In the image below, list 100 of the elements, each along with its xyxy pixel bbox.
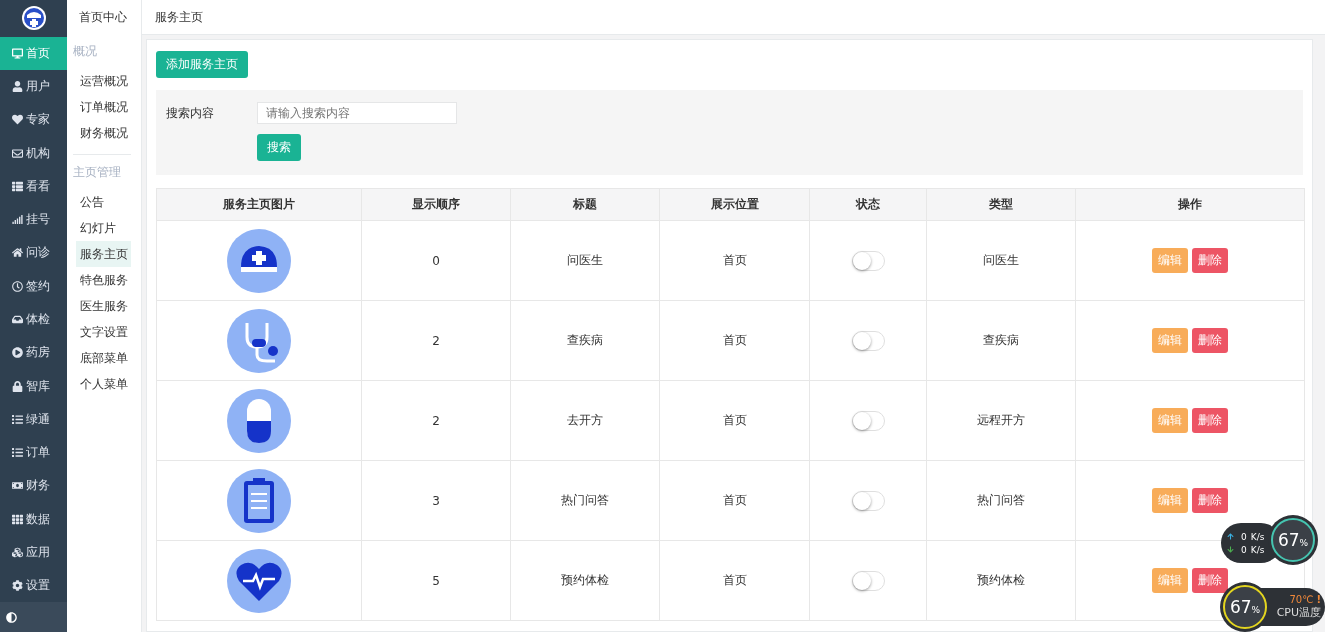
submenu-item[interactable]: 运营概况 xyxy=(67,68,131,94)
nav-item[interactable]: 挂号 xyxy=(0,203,67,237)
search-field[interactable]: 请输入搜索内容 xyxy=(257,102,457,124)
submenu-heading: 概况 xyxy=(72,43,98,60)
nav-item[interactable]: 用户 xyxy=(0,70,67,104)
column-header: 服务主页图片 xyxy=(156,188,362,221)
table-cell: 首页 xyxy=(659,460,810,541)
cpu-temperature: 70℃ xyxy=(1289,594,1314,605)
nav-item[interactable]: 机构 xyxy=(0,136,67,170)
envelope-icon xyxy=(12,147,23,159)
table-cell: 查疾病 xyxy=(510,300,660,381)
heart-icon xyxy=(12,114,23,126)
nav-item[interactable]: 问诊 xyxy=(0,236,67,270)
settings-icon xyxy=(12,580,23,592)
nav-item[interactable]: 智库 xyxy=(0,369,67,403)
list-icon xyxy=(12,180,23,192)
money-icon xyxy=(12,480,23,492)
speed-unit: K/s xyxy=(1250,544,1265,555)
table-cell: 热门问答 xyxy=(926,460,1076,541)
column-header: 显示顺序 xyxy=(361,188,511,221)
nav-item[interactable]: 设置 xyxy=(0,569,67,603)
column-header: 展示位置 xyxy=(659,188,810,221)
submenu-item[interactable]: 医生服务 xyxy=(67,293,131,319)
table-cell: 0 xyxy=(361,220,511,301)
nav-item[interactable]: 绿通 xyxy=(0,402,67,436)
usage-dial: 67% xyxy=(1271,518,1315,562)
download-icon xyxy=(1227,546,1234,553)
submenu-item[interactable]: 公告 xyxy=(67,189,107,215)
logo-icon xyxy=(20,5,47,32)
user-icon xyxy=(12,81,23,93)
submenu-item[interactable]: 文字设置 xyxy=(67,319,131,345)
table-cell: 问医生 xyxy=(510,220,660,301)
search-label: 搜索内容 xyxy=(166,104,215,122)
submenu-item[interactable]: 底部菜单 xyxy=(67,345,131,371)
list-icon xyxy=(12,413,23,425)
column-header: 状态 xyxy=(809,188,927,221)
grid-icon xyxy=(12,513,23,525)
submenu-item[interactable]: 特色服务 xyxy=(67,267,131,293)
lock-icon xyxy=(12,380,23,392)
status-toggle[interactable] xyxy=(851,570,885,591)
table-cell: 首页 xyxy=(659,380,810,461)
column-header: 类型 xyxy=(926,188,1076,221)
table-cell: 首页 xyxy=(659,300,810,381)
clock-icon xyxy=(12,280,23,292)
breadcrumb: 服务主页 xyxy=(155,8,203,26)
submenu-item[interactable]: 幻灯片 xyxy=(67,215,119,241)
nav-item[interactable]: 数据 xyxy=(0,502,67,536)
column-header: 标题 xyxy=(510,188,660,221)
inbox-icon xyxy=(12,314,23,325)
table-cell: 首页 xyxy=(659,540,810,621)
table-cell: 首页 xyxy=(659,220,810,301)
nav-item[interactable]: 订单 xyxy=(0,435,67,470)
submenu-item[interactable]: 服务主页 xyxy=(76,241,131,267)
nav-item[interactable]: 药房 xyxy=(0,336,67,370)
column-header: 操作 xyxy=(1075,188,1305,221)
table-cell: 查疾病 xyxy=(926,300,1076,381)
upload-speed: 0 xyxy=(1241,531,1247,542)
cpu-label: CPU温度 xyxy=(1276,605,1321,620)
submenu-heading: 主页管理 xyxy=(72,164,122,181)
status-toggle[interactable] xyxy=(851,410,885,431)
status-toggle[interactable] xyxy=(851,250,885,271)
submenu-item[interactable]: 财务概况 xyxy=(67,120,131,146)
contrast-icon[interactable] xyxy=(6,611,17,623)
table-cell: 热门问答 xyxy=(510,460,660,541)
home-icon xyxy=(12,247,23,259)
list-icon xyxy=(12,447,23,459)
nav-item[interactable]: 专家 xyxy=(0,103,67,137)
stethoscope-icon xyxy=(227,308,291,373)
heart-pulse-icon xyxy=(227,548,291,613)
alert-mark: ! xyxy=(1316,594,1321,605)
clipboard-icon xyxy=(227,468,291,533)
table-cell: 2 xyxy=(361,380,511,461)
table-cell: 5 xyxy=(361,540,511,621)
nav-item[interactable]: 体检 xyxy=(0,302,67,337)
table-cell: 远程开方 xyxy=(926,380,1076,461)
capsule-icon xyxy=(227,388,291,453)
table-cell: 预约体检 xyxy=(510,540,660,621)
nurse-cap-icon xyxy=(227,228,291,293)
table-cell: 去开方 xyxy=(510,380,660,461)
nav-item[interactable]: 签约 xyxy=(0,269,67,303)
speed-unit: K/s xyxy=(1250,531,1265,542)
submenu-title: 首页中心 xyxy=(78,8,128,26)
table-cell: 3 xyxy=(361,460,511,541)
submenu-item[interactable]: 个人菜单 xyxy=(67,371,131,397)
monitor-icon xyxy=(12,47,23,59)
play-icon xyxy=(12,347,23,359)
nav-item[interactable]: 应用 xyxy=(0,535,67,569)
cubes-icon xyxy=(12,546,23,558)
table-cell: 预约体检 xyxy=(926,540,1076,621)
upload-icon xyxy=(1227,533,1234,540)
cpu-dial: 67% xyxy=(1223,585,1267,629)
download-speed: 0 xyxy=(1241,544,1247,555)
status-toggle[interactable] xyxy=(851,330,885,351)
submenu-item[interactable]: 订单概况 xyxy=(67,94,131,120)
signal-icon xyxy=(12,214,23,226)
status-toggle[interactable] xyxy=(851,490,885,511)
table-cell: 问医生 xyxy=(926,220,1076,301)
table-cell: 2 xyxy=(361,300,511,381)
nav-item[interactable]: 看看 xyxy=(0,169,67,204)
nav-item[interactable]: 财务 xyxy=(0,469,67,503)
